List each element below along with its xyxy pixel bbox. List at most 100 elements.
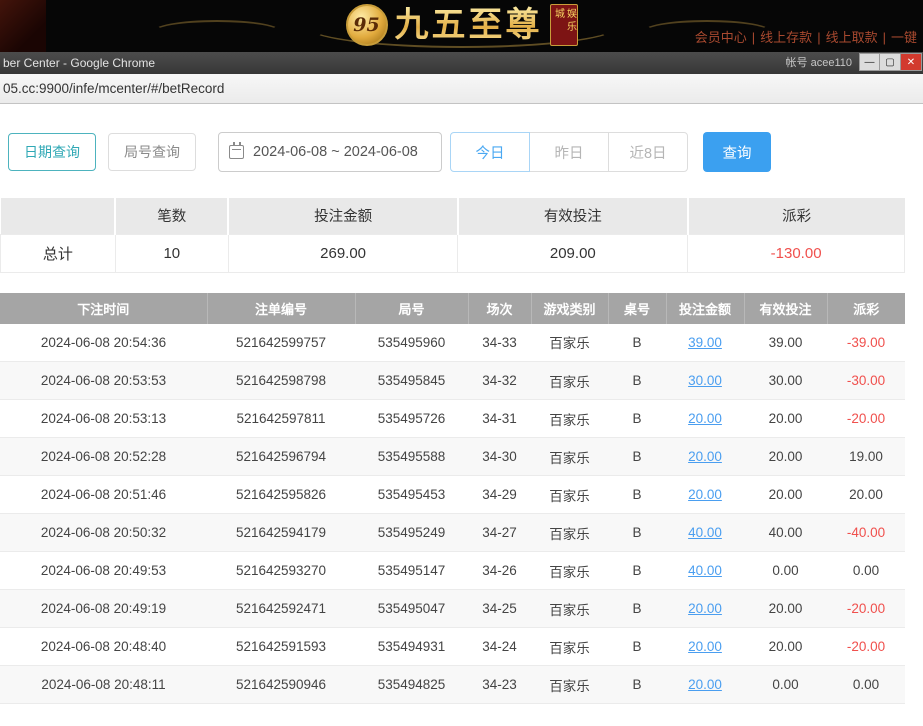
- bet-amount-link[interactable]: 40.00: [688, 563, 722, 578]
- cell-table-no: B: [608, 362, 666, 400]
- table-row: 2024-06-08 20:53:53521642598798535495845…: [0, 362, 905, 400]
- summary-header-valid-bet: 有效投注: [458, 198, 688, 234]
- cell-bet-amount: 20.00: [666, 666, 744, 704]
- cell-session: 34-24: [468, 628, 531, 666]
- bet-amount-link[interactable]: 40.00: [688, 525, 722, 540]
- cell-order-no: 521642593270: [207, 552, 355, 590]
- date-range-input[interactable]: 2024-06-08 ~ 2024-06-08: [218, 132, 442, 172]
- header-valid-bet: 有效投注: [744, 293, 827, 324]
- today-button[interactable]: 今日: [450, 132, 530, 172]
- cell-table-no: B: [608, 666, 666, 704]
- summary-header-blank: [1, 198, 116, 234]
- cell-bet-time: 2024-06-08 20:51:46: [0, 476, 207, 514]
- header-order-no: 注单编号: [207, 293, 355, 324]
- cell-session: 34-27: [468, 514, 531, 552]
- header-bet-amount: 投注金额: [666, 293, 744, 324]
- cell-order-no: 521642591593: [207, 628, 355, 666]
- close-button[interactable]: ✕: [901, 53, 922, 71]
- bet-amount-link[interactable]: 39.00: [688, 335, 722, 350]
- cell-valid-bet: 20.00: [744, 438, 827, 476]
- table-row: 2024-06-08 20:53:13521642597811535495726…: [0, 400, 905, 438]
- maximize-button[interactable]: ▢: [880, 53, 901, 71]
- summary-total-row: 总计 10 269.00 209.00 -130.00: [1, 234, 905, 272]
- cell-table-no: B: [608, 514, 666, 552]
- cell-payout: -20.00: [827, 628, 905, 666]
- cell-order-no: 521642592471: [207, 590, 355, 628]
- browser-titlebar: ber Center - Google Chrome 帐号 acee110 — …: [0, 52, 923, 74]
- header-payout: 派彩: [827, 293, 905, 324]
- cell-bet-time: 2024-06-08 20:48:40: [0, 628, 207, 666]
- titlebar-right: 帐号 acee110 — ▢ ✕: [786, 53, 922, 71]
- cell-session: 34-26: [468, 552, 531, 590]
- cell-game-type: 百家乐: [531, 400, 608, 438]
- summary-table: 笔数 投注金额 有效投注 派彩 总计 10 269.00 209.00 -130…: [0, 198, 905, 273]
- tab-round-query[interactable]: 局号查询: [108, 133, 196, 171]
- cell-valid-bet: 30.00: [744, 362, 827, 400]
- cell-table-no: B: [608, 400, 666, 438]
- cell-round-no: 535495588: [355, 438, 468, 476]
- cell-bet-time: 2024-06-08 20:53:13: [0, 400, 207, 438]
- last8days-button[interactable]: 近8日: [608, 132, 688, 172]
- cell-bet-amount: 30.00: [666, 362, 744, 400]
- cell-bet-amount: 20.00: [666, 628, 744, 666]
- bet-amount-link[interactable]: 20.00: [688, 601, 722, 616]
- cell-round-no: 535495249: [355, 514, 468, 552]
- cell-game-type: 百家乐: [531, 514, 608, 552]
- summary-bet-amount-value: 269.00: [228, 234, 458, 272]
- cell-table-no: B: [608, 476, 666, 514]
- calendar-icon: [229, 145, 244, 159]
- minimize-button[interactable]: —: [859, 53, 880, 71]
- nav-link-online-withdraw[interactable]: 线上取款: [826, 30, 878, 45]
- cell-bet-time: 2024-06-08 20:48:11: [0, 666, 207, 704]
- cell-game-type: 百家乐: [531, 362, 608, 400]
- site-logo: 95 九五至尊 娱乐城: [346, 3, 578, 47]
- cell-game-type: 百家乐: [531, 628, 608, 666]
- bet-amount-link[interactable]: 20.00: [688, 449, 722, 464]
- bet-amount-link[interactable]: 20.00: [688, 411, 722, 426]
- table-row: 2024-06-08 20:52:28521642596794535495588…: [0, 438, 905, 476]
- cell-order-no: 521642599757: [207, 324, 355, 362]
- table-row: 2024-06-08 20:49:19521642592471535495047…: [0, 590, 905, 628]
- cell-session: 34-30: [468, 438, 531, 476]
- cell-round-no: 535495960: [355, 324, 468, 362]
- cell-valid-bet: 20.00: [744, 628, 827, 666]
- search-button[interactable]: 查询: [703, 132, 771, 172]
- cell-payout: -20.00: [827, 590, 905, 628]
- cell-payout: -40.00: [827, 514, 905, 552]
- summary-count-value: 10: [115, 234, 228, 272]
- bet-amount-link[interactable]: 20.00: [688, 639, 722, 654]
- bet-amount-link[interactable]: 30.00: [688, 373, 722, 388]
- bet-record-page: 日期查询 局号查询 2024-06-08 ~ 2024-06-08 今日 昨日 …: [0, 132, 923, 704]
- tab-date-query[interactable]: 日期查询: [8, 133, 96, 171]
- summary-header-payout: 派彩: [688, 198, 905, 234]
- nav-link-member-center[interactable]: 会员中心: [695, 30, 747, 45]
- url-text[interactable]: 05.cc:9900/infe/mcenter/#/betRecord: [0, 81, 224, 96]
- yesterday-button[interactable]: 昨日: [529, 132, 609, 172]
- bet-table-header-row: 下注时间 注单编号 局号 场次 游戏类别 桌号 投注金额 有效投注 派彩: [0, 293, 905, 324]
- header-nav: 会员中心|线上存款|线上取款|一键: [691, 27, 921, 46]
- cell-game-type: 百家乐: [531, 476, 608, 514]
- cell-bet-amount: 39.00: [666, 324, 744, 362]
- bet-amount-link[interactable]: 20.00: [688, 487, 722, 502]
- cell-order-no: 521642598798: [207, 362, 355, 400]
- account-text: 帐号 acee110: [786, 54, 852, 70]
- cell-valid-bet: 20.00: [744, 476, 827, 514]
- cell-payout: 20.00: [827, 476, 905, 514]
- cell-order-no: 521642595826: [207, 476, 355, 514]
- cell-table-no: B: [608, 438, 666, 476]
- cell-order-no: 521642594179: [207, 514, 355, 552]
- cell-round-no: 535494931: [355, 628, 468, 666]
- header-round-no: 局号: [355, 293, 468, 324]
- nav-link-online-deposit[interactable]: 线上存款: [760, 30, 812, 45]
- cell-round-no: 535495453: [355, 476, 468, 514]
- summary-header-bet-amount: 投注金额: [228, 198, 458, 234]
- bet-amount-link[interactable]: 20.00: [688, 677, 722, 692]
- nav-link-quick-action[interactable]: 一键: [891, 30, 917, 45]
- cell-valid-bet: 20.00: [744, 400, 827, 438]
- header-game-type: 游戏类别: [531, 293, 608, 324]
- cell-session: 34-23: [468, 666, 531, 704]
- cell-session: 34-25: [468, 590, 531, 628]
- cell-bet-time: 2024-06-08 20:54:36: [0, 324, 207, 362]
- cell-game-type: 百家乐: [531, 552, 608, 590]
- cell-session: 34-32: [468, 362, 531, 400]
